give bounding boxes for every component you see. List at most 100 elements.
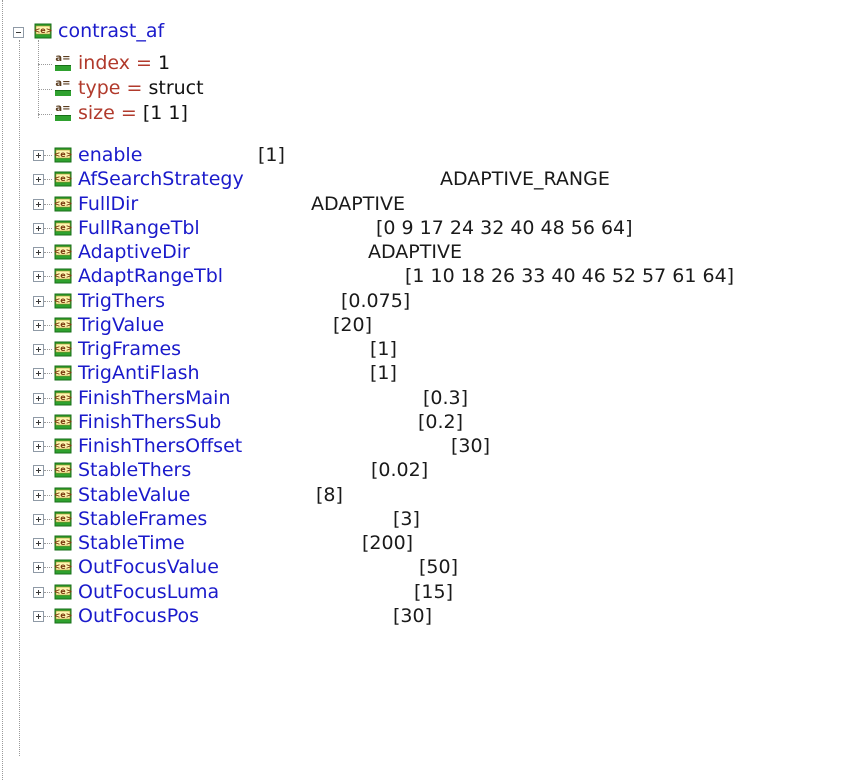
tree-guide-line xyxy=(44,252,52,253)
svg-text:<e>: <e> xyxy=(54,490,73,499)
tree-item-value: [30] xyxy=(451,435,491,457)
tree-item-label[interactable]: AdaptiveDir xyxy=(78,240,190,264)
tree-item-label[interactable]: OutFocusPos xyxy=(78,604,199,628)
tree-item-label[interactable]: TrigAntiFlash xyxy=(78,361,200,385)
expand-toggle-icon[interactable] xyxy=(33,199,44,210)
struct-icon: <e> xyxy=(53,510,73,528)
tree-guide-line xyxy=(44,567,52,568)
tree-guide-line xyxy=(38,114,52,115)
expand-toggle-icon[interactable] xyxy=(33,344,44,355)
tree-guide-line xyxy=(44,422,52,423)
tree-guide-line xyxy=(44,155,52,156)
tree-item-label[interactable]: OutFocusLuma xyxy=(78,580,219,604)
struct-icon: <e> xyxy=(53,316,73,334)
field-entry[interactable]: size = [1 1] xyxy=(78,101,188,125)
expand-toggle-icon[interactable] xyxy=(33,223,44,234)
field-entry[interactable]: index = 1 xyxy=(78,51,170,75)
expand-toggle-icon[interactable] xyxy=(33,465,44,476)
tree-guide-line xyxy=(38,89,52,90)
tree-guide-line xyxy=(38,40,39,118)
struct-icon: <e> xyxy=(53,243,73,261)
tree-item-value: ADAPTIVE xyxy=(368,241,462,263)
tree-item-label[interactable]: TrigThers xyxy=(78,289,165,313)
tree-item-value: [50] xyxy=(419,556,459,578)
tree-item-label[interactable]: FinishThersSub xyxy=(78,410,221,434)
tree-item-label[interactable]: TrigFrames xyxy=(78,337,181,361)
tree-item-label[interactable]: FinishThersOffset xyxy=(78,434,242,458)
expand-toggle-icon[interactable] xyxy=(33,587,44,598)
svg-text:<e>: <e> xyxy=(54,538,73,547)
tree-item-label[interactable]: AfSearchStrategy xyxy=(78,167,244,191)
tree-item-value: [3] xyxy=(393,508,420,530)
tree-item-value: [20] xyxy=(333,314,373,336)
tree-item-value: [1] xyxy=(370,338,397,360)
field-entry[interactable]: type = struct xyxy=(78,76,204,100)
svg-text:<e>: <e> xyxy=(54,247,73,256)
expand-toggle-icon[interactable] xyxy=(33,490,44,501)
expand-toggle-icon[interactable] xyxy=(33,393,44,404)
tree-item-label[interactable]: FullRangeTbl xyxy=(78,216,200,240)
struct-tree-view: <e> contrast_af a= index = 1 a= type = stru… xyxy=(0,0,866,780)
tree-guide-line xyxy=(44,276,52,277)
tree-item-label[interactable]: enable xyxy=(78,143,142,167)
tree-item-label[interactable]: TrigValue xyxy=(78,313,164,337)
svg-text:<e>: <e> xyxy=(54,417,73,426)
expand-toggle-icon[interactable] xyxy=(33,174,44,185)
svg-text:<e>: <e> xyxy=(54,587,73,596)
tree-item-value: [200] xyxy=(362,532,414,554)
expand-toggle-icon[interactable] xyxy=(33,271,44,282)
tree-guide-line xyxy=(44,470,52,471)
tree-item-label[interactable]: FullDir xyxy=(78,192,138,216)
struct-icon: <e> xyxy=(53,195,73,213)
tree-guide-line xyxy=(44,446,52,447)
svg-text:<e>: <e> xyxy=(54,296,73,305)
svg-text:<e>: <e> xyxy=(54,441,73,450)
tree-item-label[interactable]: StableThers xyxy=(78,458,191,482)
field-operator: = xyxy=(126,77,143,99)
svg-text:<e>: <e> xyxy=(54,611,73,620)
field-key: type xyxy=(78,77,121,99)
struct-icon: <e> xyxy=(53,486,73,504)
tree-item-label[interactable]: StableFrames xyxy=(78,507,207,531)
expand-toggle-icon[interactable] xyxy=(33,247,44,258)
expand-toggle-icon[interactable] xyxy=(33,441,44,452)
tree-item-value: [0.2] xyxy=(418,411,464,433)
struct-icon: <e> xyxy=(53,558,73,576)
tree-item-value: [1] xyxy=(258,144,285,166)
tree-item-value: [0 9 17 24 32 40 48 56 64] xyxy=(376,217,633,239)
tree-guide-line xyxy=(44,228,52,229)
tree-item-label[interactable]: OutFocusValue xyxy=(78,555,219,579)
expand-toggle-icon[interactable] xyxy=(33,562,44,573)
expand-toggle-icon[interactable] xyxy=(33,150,44,161)
collapse-toggle-icon[interactable] xyxy=(13,27,24,38)
struct-icon: <e> xyxy=(53,267,73,285)
tree-item-value: [0.3] xyxy=(423,387,469,409)
expand-toggle-icon[interactable] xyxy=(33,320,44,331)
tree-guide-line xyxy=(44,495,52,496)
root-struct-label[interactable]: contrast_af xyxy=(58,19,164,43)
tree-guide-line xyxy=(44,204,52,205)
svg-text:<e>: <e> xyxy=(54,465,73,474)
svg-text:<e>: <e> xyxy=(54,514,73,523)
expand-toggle-icon[interactable] xyxy=(33,417,44,428)
field-operator: = xyxy=(136,52,152,74)
tree-guide-line xyxy=(44,543,52,544)
tree-guide-line xyxy=(44,179,52,180)
struct-icon: <e> xyxy=(33,22,53,40)
svg-text:<e>: <e> xyxy=(54,562,73,571)
struct-icon: <e> xyxy=(53,607,73,625)
struct-icon: <e> xyxy=(53,170,73,188)
expand-toggle-icon[interactable] xyxy=(33,514,44,525)
tree-item-label[interactable]: StableTime xyxy=(78,531,185,555)
tree-item-label[interactable]: FinishThersMain xyxy=(78,386,231,410)
tree-item-label[interactable]: AdaptRangeTbl xyxy=(78,264,223,288)
tree-item-value: [8] xyxy=(316,484,343,506)
struct-icon: <e> xyxy=(53,534,73,552)
tree-item-value: [0.02] xyxy=(371,459,429,481)
expand-toggle-icon[interactable] xyxy=(33,296,44,307)
expand-toggle-icon[interactable] xyxy=(33,538,44,549)
svg-text:<e>: <e> xyxy=(54,393,73,402)
tree-item-label[interactable]: StableValue xyxy=(78,483,190,507)
expand-toggle-icon[interactable] xyxy=(33,368,44,379)
expand-toggle-icon[interactable] xyxy=(33,611,44,622)
